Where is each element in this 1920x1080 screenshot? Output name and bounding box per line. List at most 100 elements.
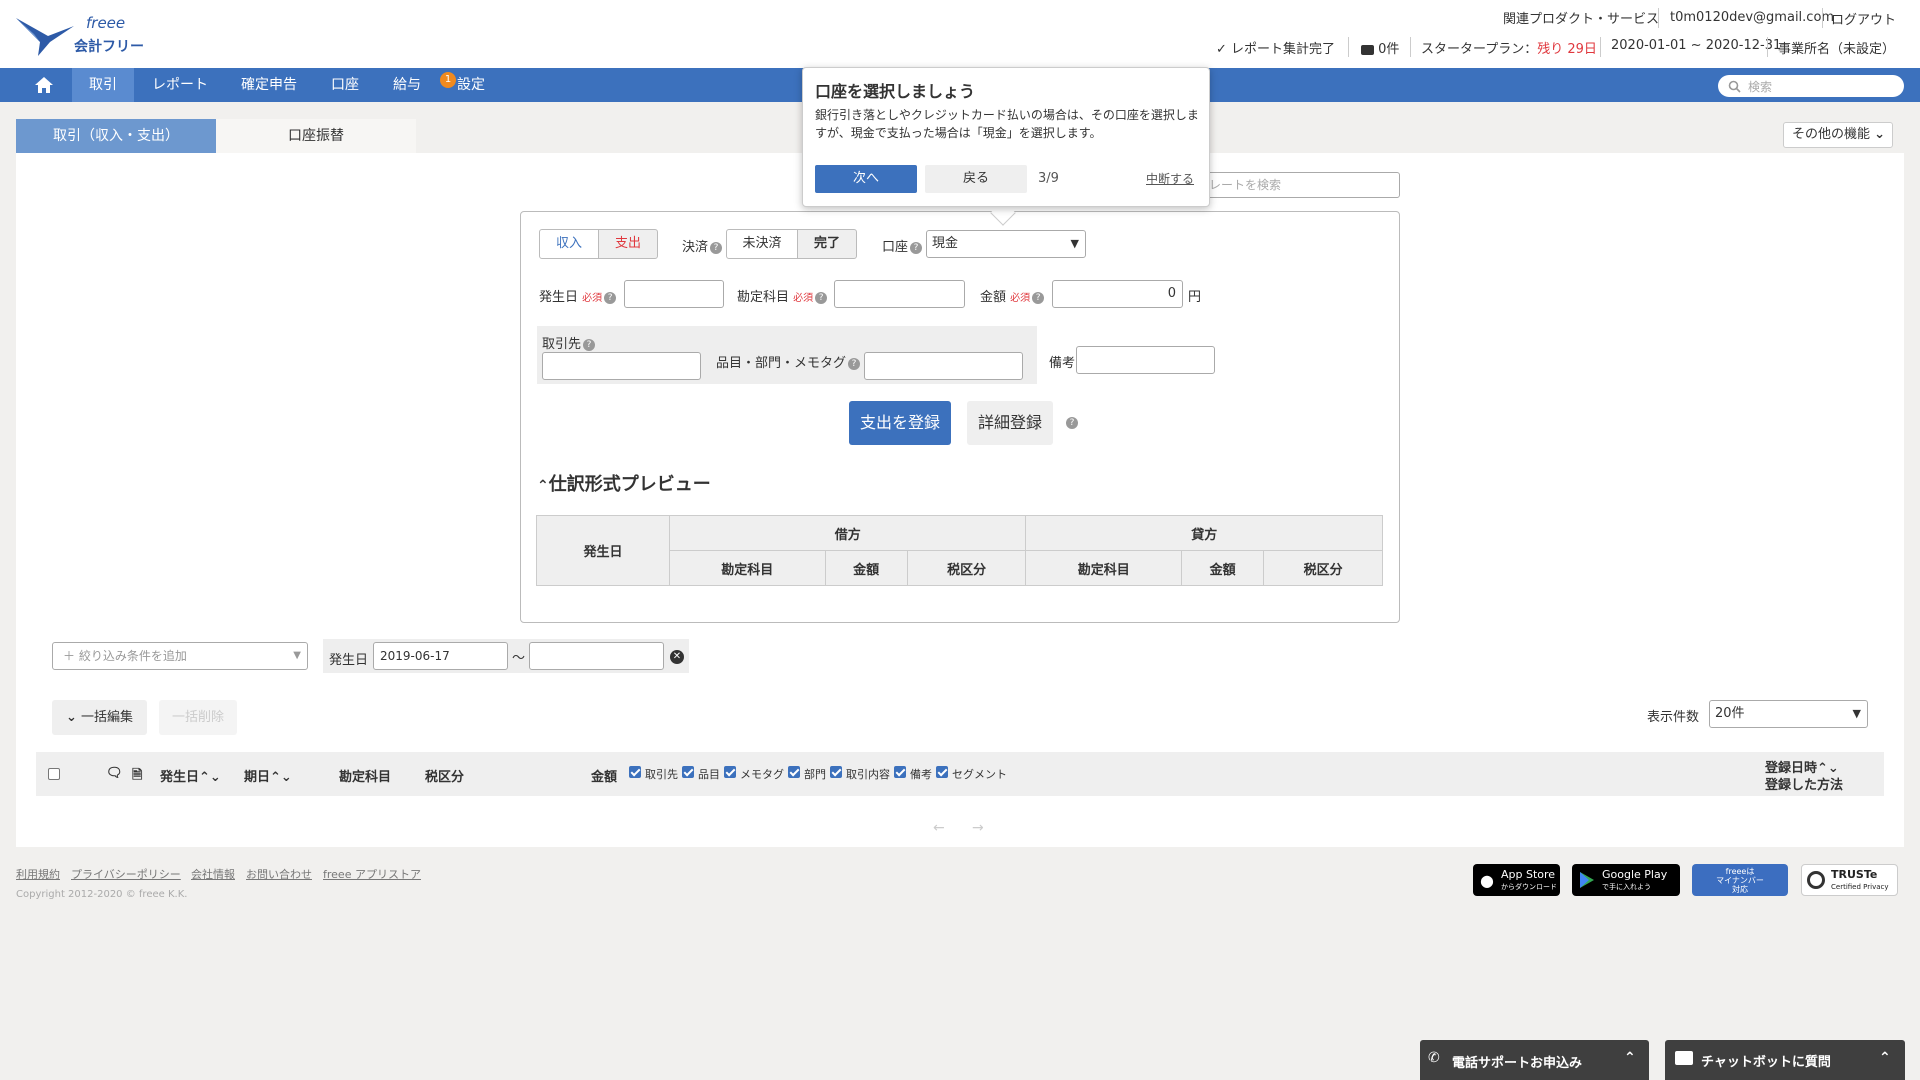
app-store-badge[interactable]: ● App Store からダウンロード (1473, 864, 1560, 896)
bulk-edit-button[interactable]: ⌄ 一括編集 (52, 700, 147, 735)
tooltip-next-button[interactable]: 次へ (815, 165, 917, 193)
date-label-text: 発生日 (539, 290, 579, 305)
amount-field[interactable]: 0 (1052, 280, 1183, 308)
date-to-field[interactable] (529, 642, 664, 670)
phone-support-widget[interactable]: ✆ 電話サポートお申込み ⌃ (1420, 1040, 1649, 1080)
unsettled-toggle[interactable]: 未決済 (726, 229, 798, 259)
settlement-label: 決済? (682, 236, 723, 255)
preview-credit-header: 貸方 (1025, 515, 1383, 551)
logo-freee-text: freee (86, 14, 126, 32)
help-icon[interactable]: ? (815, 291, 828, 304)
logo-product-name: 会計フリー (74, 39, 144, 55)
office-name[interactable]: 事業所名（未設定） (1778, 38, 1895, 57)
plan-info[interactable]: スタータープラン：残り 29日 (1421, 38, 1597, 57)
preview-title[interactable]: ⌃仕訳形式プレビュー (537, 470, 711, 496)
related-products-link[interactable]: 関連プロダクト・サービス (1503, 8, 1659, 27)
item-field[interactable] (864, 352, 1023, 380)
col-due[interactable]: 期日⌃⌄ (244, 766, 292, 785)
footer-link-privacy[interactable]: プライバシーポリシー (71, 866, 181, 882)
remarks-field[interactable] (1076, 346, 1215, 374)
footer-link-appstore[interactable]: freee アプリストア (323, 866, 421, 882)
preview-credit-account: 勘定科目 (1025, 550, 1183, 586)
nav-accounts[interactable]: 口座 (318, 68, 372, 102)
chevron-down-icon: ▼ (293, 650, 301, 661)
divider (1348, 37, 1349, 57)
preview-debit-header: 借方 (668, 515, 1027, 551)
settled-toggle[interactable]: 完了 (797, 229, 857, 259)
home-nav-button[interactable] (20, 68, 68, 102)
truste-badge[interactable]: TRUSTe Certified Privacy (1801, 864, 1898, 896)
footer-link-terms[interactable]: 利用規約 (16, 866, 60, 882)
tooltip-abort-link[interactable]: 中断する (1146, 170, 1194, 187)
prev-page-icon[interactable]: ← (933, 820, 945, 836)
document-icon[interactable]: 🗎 (132, 766, 142, 788)
toggle-segment-checkbox[interactable] (936, 766, 948, 778)
partner-field[interactable] (542, 352, 701, 380)
add-filter-select[interactable]: ＋ 絞り込み条件を追加 ▼ (52, 642, 308, 670)
clear-filter-icon[interactable]: ✕ (670, 650, 684, 664)
check-icon: ✓ (1216, 42, 1227, 57)
footer-link-contact[interactable]: お問い合わせ (246, 866, 312, 882)
preview-debit-amount: 金額 (824, 550, 908, 586)
help-icon[interactable]: ? (910, 241, 923, 254)
next-page-icon[interactable]: → (972, 820, 984, 836)
help-icon[interactable]: ? (1032, 291, 1045, 304)
help-icon[interactable]: ? (1066, 417, 1078, 429)
help-icon[interactable]: ? (710, 241, 723, 254)
preview-debit-tax: 税区分 (906, 550, 1027, 586)
search-input[interactable]: 検索 (1718, 75, 1904, 97)
chevron-down-icon: ▼ (1852, 707, 1861, 720)
tab-transactions[interactable]: 取引（収入・支出） (16, 119, 216, 153)
add-filter-label: ＋ 絞り込み条件を追加 (63, 649, 187, 663)
plan-label: スタータープラン： (1421, 42, 1538, 57)
settings-badge: 1 (440, 72, 456, 88)
user-email[interactable]: t0m0120dev@gmail.com (1670, 10, 1834, 25)
report-status: ✓ レポート集計完了 (1216, 38, 1335, 57)
notifications[interactable]: 0件 (1361, 38, 1399, 57)
date-from-field[interactable]: 2019-06-17 (373, 642, 508, 670)
col-date[interactable]: 発生日⌃⌄ (160, 766, 221, 785)
register-expense-button[interactable]: 支出を登録 (849, 401, 951, 445)
toggle-partner-checkbox[interactable] (629, 766, 641, 778)
toggle-item-checkbox[interactable] (682, 766, 694, 778)
chatbot-widget[interactable]: チャットボットに質問 ⌃ (1665, 1040, 1905, 1080)
chevron-up-icon: ⌃ (537, 478, 549, 494)
toggle-dept-checkbox[interactable] (788, 766, 800, 778)
per-page-value: 20件 (1715, 706, 1745, 721)
tooltip-back-button[interactable]: 戻る (925, 165, 1027, 193)
detail-register-button[interactable]: 詳細登録 (967, 401, 1053, 445)
help-icon[interactable]: ? (604, 291, 617, 304)
remarks-label: 備考 (1049, 356, 1076, 371)
income-toggle[interactable]: 収入 (539, 229, 599, 259)
other-features-button[interactable]: その他の機能 ⌄ (1783, 122, 1893, 148)
nav-reports[interactable]: レポート (140, 68, 220, 102)
toggle-content-checkbox[interactable] (830, 766, 842, 778)
mynumber-line1: freeeは (1725, 867, 1755, 876)
truste-sublabel: Certified Privacy (1831, 883, 1889, 891)
mynumber-badge[interactable]: freeeは マイナンバー 対応 (1692, 864, 1788, 896)
per-page-select[interactable]: 20件 ▼ (1709, 700, 1868, 728)
account-label: 口座? (882, 236, 923, 255)
account-item-field[interactable] (834, 280, 965, 308)
footer-link-company[interactable]: 会社情報 (191, 866, 235, 882)
bulk-delete-button[interactable]: 一括削除 (159, 700, 237, 735)
nav-tax-return[interactable]: 確定申告 (230, 68, 308, 102)
help-icon[interactable]: ? (848, 357, 861, 370)
date-field[interactable] (624, 280, 724, 308)
account-select[interactable]: 現金 ▼ (926, 230, 1086, 258)
expense-toggle[interactable]: 支出 (598, 229, 658, 259)
select-all-checkbox[interactable] (48, 768, 60, 780)
toggle-remarks-checkbox[interactable] (894, 766, 906, 778)
tab-transfer[interactable]: 口座振替 (216, 119, 416, 153)
template-search-input[interactable]: プレートを検索 (1190, 172, 1400, 198)
comment-icon[interactable]: 🗨 (106, 766, 123, 781)
chevron-up-icon: ⌃ (1624, 1050, 1636, 1066)
toggle-memo-checkbox[interactable] (724, 766, 736, 778)
google-play-badge[interactable]: Google Play で手に入れよう (1572, 864, 1680, 896)
nav-transactions[interactable]: 取引 (72, 68, 134, 102)
help-icon[interactable]: ? (583, 338, 596, 351)
nav-payroll[interactable]: 給与 (380, 68, 434, 102)
fiscal-period[interactable]: 2020-01-01 ~ 2020-12-31 (1611, 38, 1781, 53)
item-label-text: 品目・部門・メモタグ (716, 356, 847, 371)
logout-link[interactable]: ログアウト (1831, 9, 1896, 28)
